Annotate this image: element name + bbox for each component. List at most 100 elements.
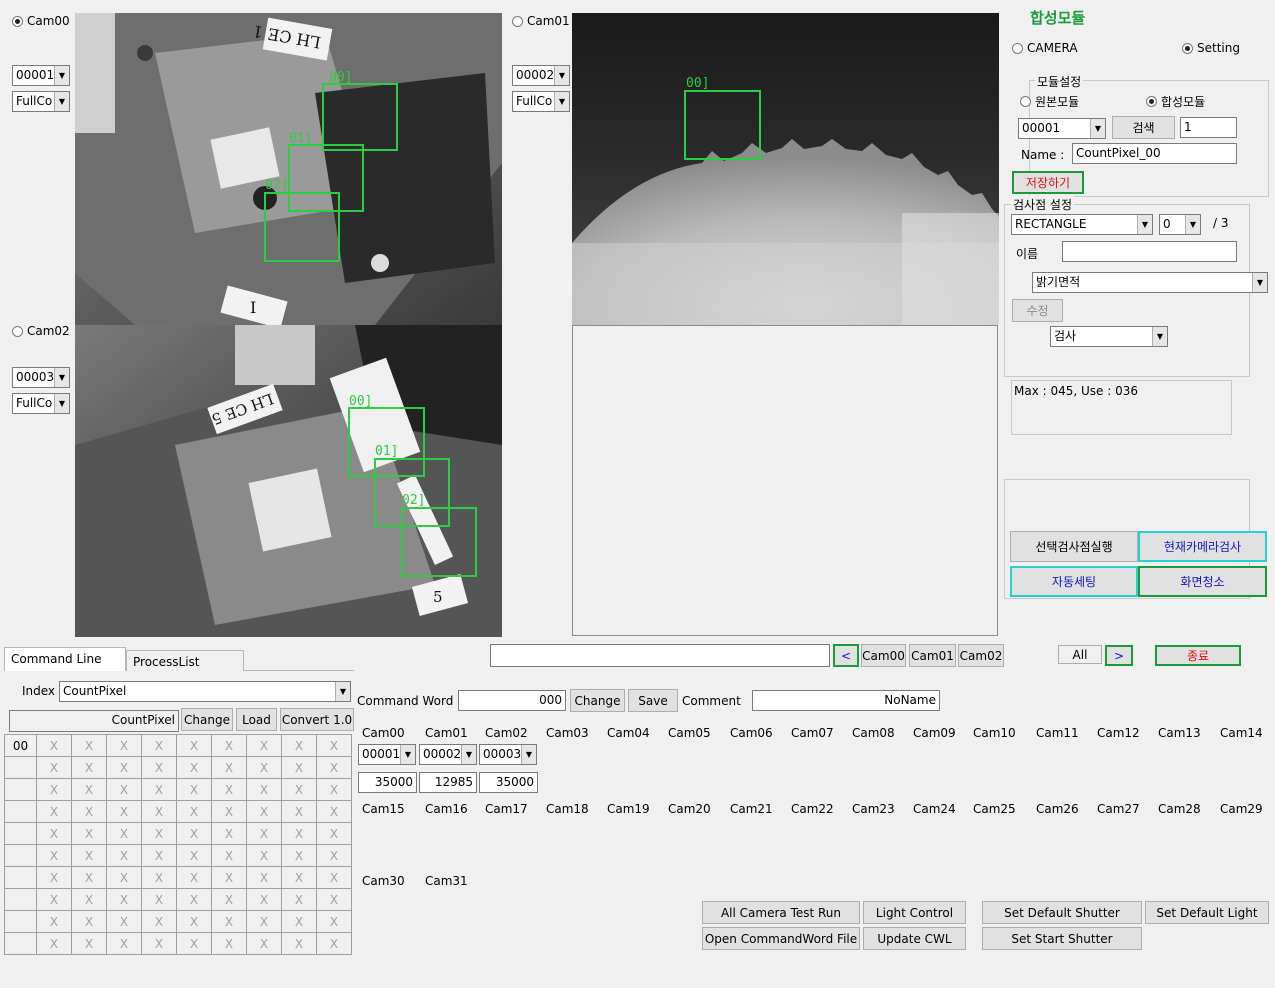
grid-cell[interactable]: X [141, 800, 177, 823]
grid-cell[interactable]: X [71, 756, 107, 779]
grid-cell[interactable]: X [106, 910, 142, 933]
grid-cell[interactable]: X [36, 778, 72, 801]
grid-cell[interactable]: X [176, 932, 212, 955]
grid-cell[interactable]: X [316, 888, 352, 911]
grid-cell[interactable]: X [71, 822, 107, 845]
grid-cell[interactable]: X [176, 844, 212, 867]
grid-cell[interactable]: X [281, 910, 317, 933]
cam02-quick-button[interactable]: Cam02 [958, 644, 1004, 667]
grid-cell[interactable]: X [71, 910, 107, 933]
cam01-id-combo[interactable]: 00002 ▼ [419, 744, 477, 765]
grid-cell[interactable]: X [176, 888, 212, 911]
cam01-id-select[interactable]: 00002 ▼ [512, 65, 570, 86]
grid-cell[interactable]: X [71, 734, 107, 757]
grid-cell[interactable]: X [211, 910, 247, 933]
command-change-button[interactable]: Change [570, 689, 625, 712]
cam02-id-combo[interactable]: 00003 ▼ [479, 744, 537, 765]
grid-cell[interactable]: X [36, 734, 72, 757]
grid-row-index-cell[interactable] [4, 778, 37, 801]
save-module-button[interactable]: 저장하기 [1012, 171, 1084, 194]
grid-cell[interactable]: X [316, 778, 352, 801]
grid-cell[interactable]: X [281, 932, 317, 955]
all-button[interactable]: All [1058, 645, 1102, 664]
grid-cell[interactable]: X [281, 734, 317, 757]
update-cwl-button[interactable]: Update CWL [863, 927, 966, 950]
cam00-radio[interactable]: Cam00 [12, 14, 70, 28]
exit-button[interactable]: 종료 [1155, 645, 1241, 666]
mode-setting-radio[interactable]: Setting [1182, 41, 1240, 55]
command-save-button[interactable]: Save [628, 689, 678, 712]
grid-cell[interactable]: X [141, 888, 177, 911]
grid-cell[interactable]: X [211, 800, 247, 823]
grid-cell[interactable]: X [71, 888, 107, 911]
grid-cell[interactable]: X [36, 844, 72, 867]
grid-cell[interactable]: X [71, 778, 107, 801]
grid-row-index-cell[interactable] [4, 932, 37, 955]
grid-cell[interactable]: X [211, 844, 247, 867]
grid-cell[interactable]: X [281, 888, 317, 911]
command-input[interactable] [490, 644, 830, 667]
grid-cell[interactable]: X [106, 734, 142, 757]
composite-module-radio[interactable]: 합성모듈 [1146, 93, 1205, 110]
next-button[interactable]: > [1105, 645, 1133, 666]
cam02-mode-select[interactable]: FullCo ▼ [12, 393, 70, 414]
set-default-shutter-button[interactable]: Set Default Shutter [982, 901, 1142, 924]
grid-cell[interactable]: X [211, 734, 247, 757]
grid-cell[interactable]: X [246, 800, 282, 823]
grid-cell[interactable]: X [106, 778, 142, 801]
grid-cell[interactable]: X [106, 844, 142, 867]
grid-cell[interactable]: X [36, 800, 72, 823]
grid-row-index-cell[interactable]: 00 [4, 734, 37, 757]
grid-cell[interactable]: X [36, 866, 72, 889]
grid-cell[interactable]: X [246, 910, 282, 933]
comment-field[interactable]: NoName [752, 690, 940, 711]
grid-cell[interactable]: X [211, 866, 247, 889]
grid-cell[interactable]: X [281, 800, 317, 823]
clear-screen-button[interactable]: 화면청소 [1138, 566, 1267, 597]
index-change-button[interactable]: Change [181, 708, 233, 731]
cam00-id-combo[interactable]: 00001 ▼ [358, 744, 416, 765]
convert-button[interactable]: Convert 1.0 [280, 708, 354, 731]
search-button[interactable]: 검색 [1112, 116, 1175, 139]
grid-cell[interactable]: X [36, 822, 72, 845]
set-start-shutter-button[interactable]: Set Start Shutter [982, 927, 1142, 950]
grid-cell[interactable]: X [316, 756, 352, 779]
grid-cell[interactable]: X [176, 756, 212, 779]
grid-row-index-cell[interactable] [4, 800, 37, 823]
cam00-image[interactable]: LH CE 1 I 00] 01] 02] [75, 13, 502, 325]
cam01-radio[interactable]: Cam01 [512, 14, 570, 28]
grid-cell[interactable]: X [176, 800, 212, 823]
inspect-name-field[interactable] [1062, 241, 1237, 262]
grid-cell[interactable]: X [36, 888, 72, 911]
index-select[interactable]: CountPixel ▼ [59, 681, 351, 702]
grid-cell[interactable]: X [141, 866, 177, 889]
cam02-image[interactable]: LH CE 5 5 00] 01] 02] [75, 325, 502, 637]
cam02-radio[interactable]: Cam02 [12, 324, 70, 338]
shape-select[interactable]: RECTANGLE ▼ [1011, 214, 1153, 235]
mode-camera-radio[interactable]: CAMERA [1012, 41, 1078, 55]
grid-cell[interactable]: X [141, 844, 177, 867]
all-camera-test-run-button[interactable]: All Camera Test Run [702, 901, 860, 924]
cam01-mode-select[interactable]: FullCo ▼ [512, 91, 570, 112]
grid-cell[interactable]: X [211, 932, 247, 955]
cam02-shutter-field[interactable]: 35000 [479, 772, 538, 793]
grid-cell[interactable]: X [176, 910, 212, 933]
modify-button[interactable]: 수정 [1012, 299, 1063, 322]
grid-cell[interactable]: X [71, 932, 107, 955]
grid-row-index-cell[interactable] [4, 756, 37, 779]
grid-cell[interactable]: X [246, 866, 282, 889]
index-load-button[interactable]: Load [236, 708, 277, 731]
grid-row-index-cell[interactable] [4, 888, 37, 911]
grid-cell[interactable]: X [106, 866, 142, 889]
search-value-field[interactable]: 1 [1180, 117, 1237, 138]
inspect-index-select[interactable]: 0 ▼ [1159, 214, 1201, 235]
grid-cell[interactable]: X [281, 844, 317, 867]
grid-cell[interactable]: X [316, 932, 352, 955]
auto-setting-button[interactable]: 자동세팅 [1010, 566, 1138, 597]
grid-cell[interactable]: X [281, 756, 317, 779]
grid-cell[interactable]: X [211, 778, 247, 801]
grid-cell[interactable]: X [176, 822, 212, 845]
command-word-field[interactable]: 000 [458, 690, 566, 711]
grid-cell[interactable]: X [246, 734, 282, 757]
grid-cell[interactable]: X [176, 866, 212, 889]
